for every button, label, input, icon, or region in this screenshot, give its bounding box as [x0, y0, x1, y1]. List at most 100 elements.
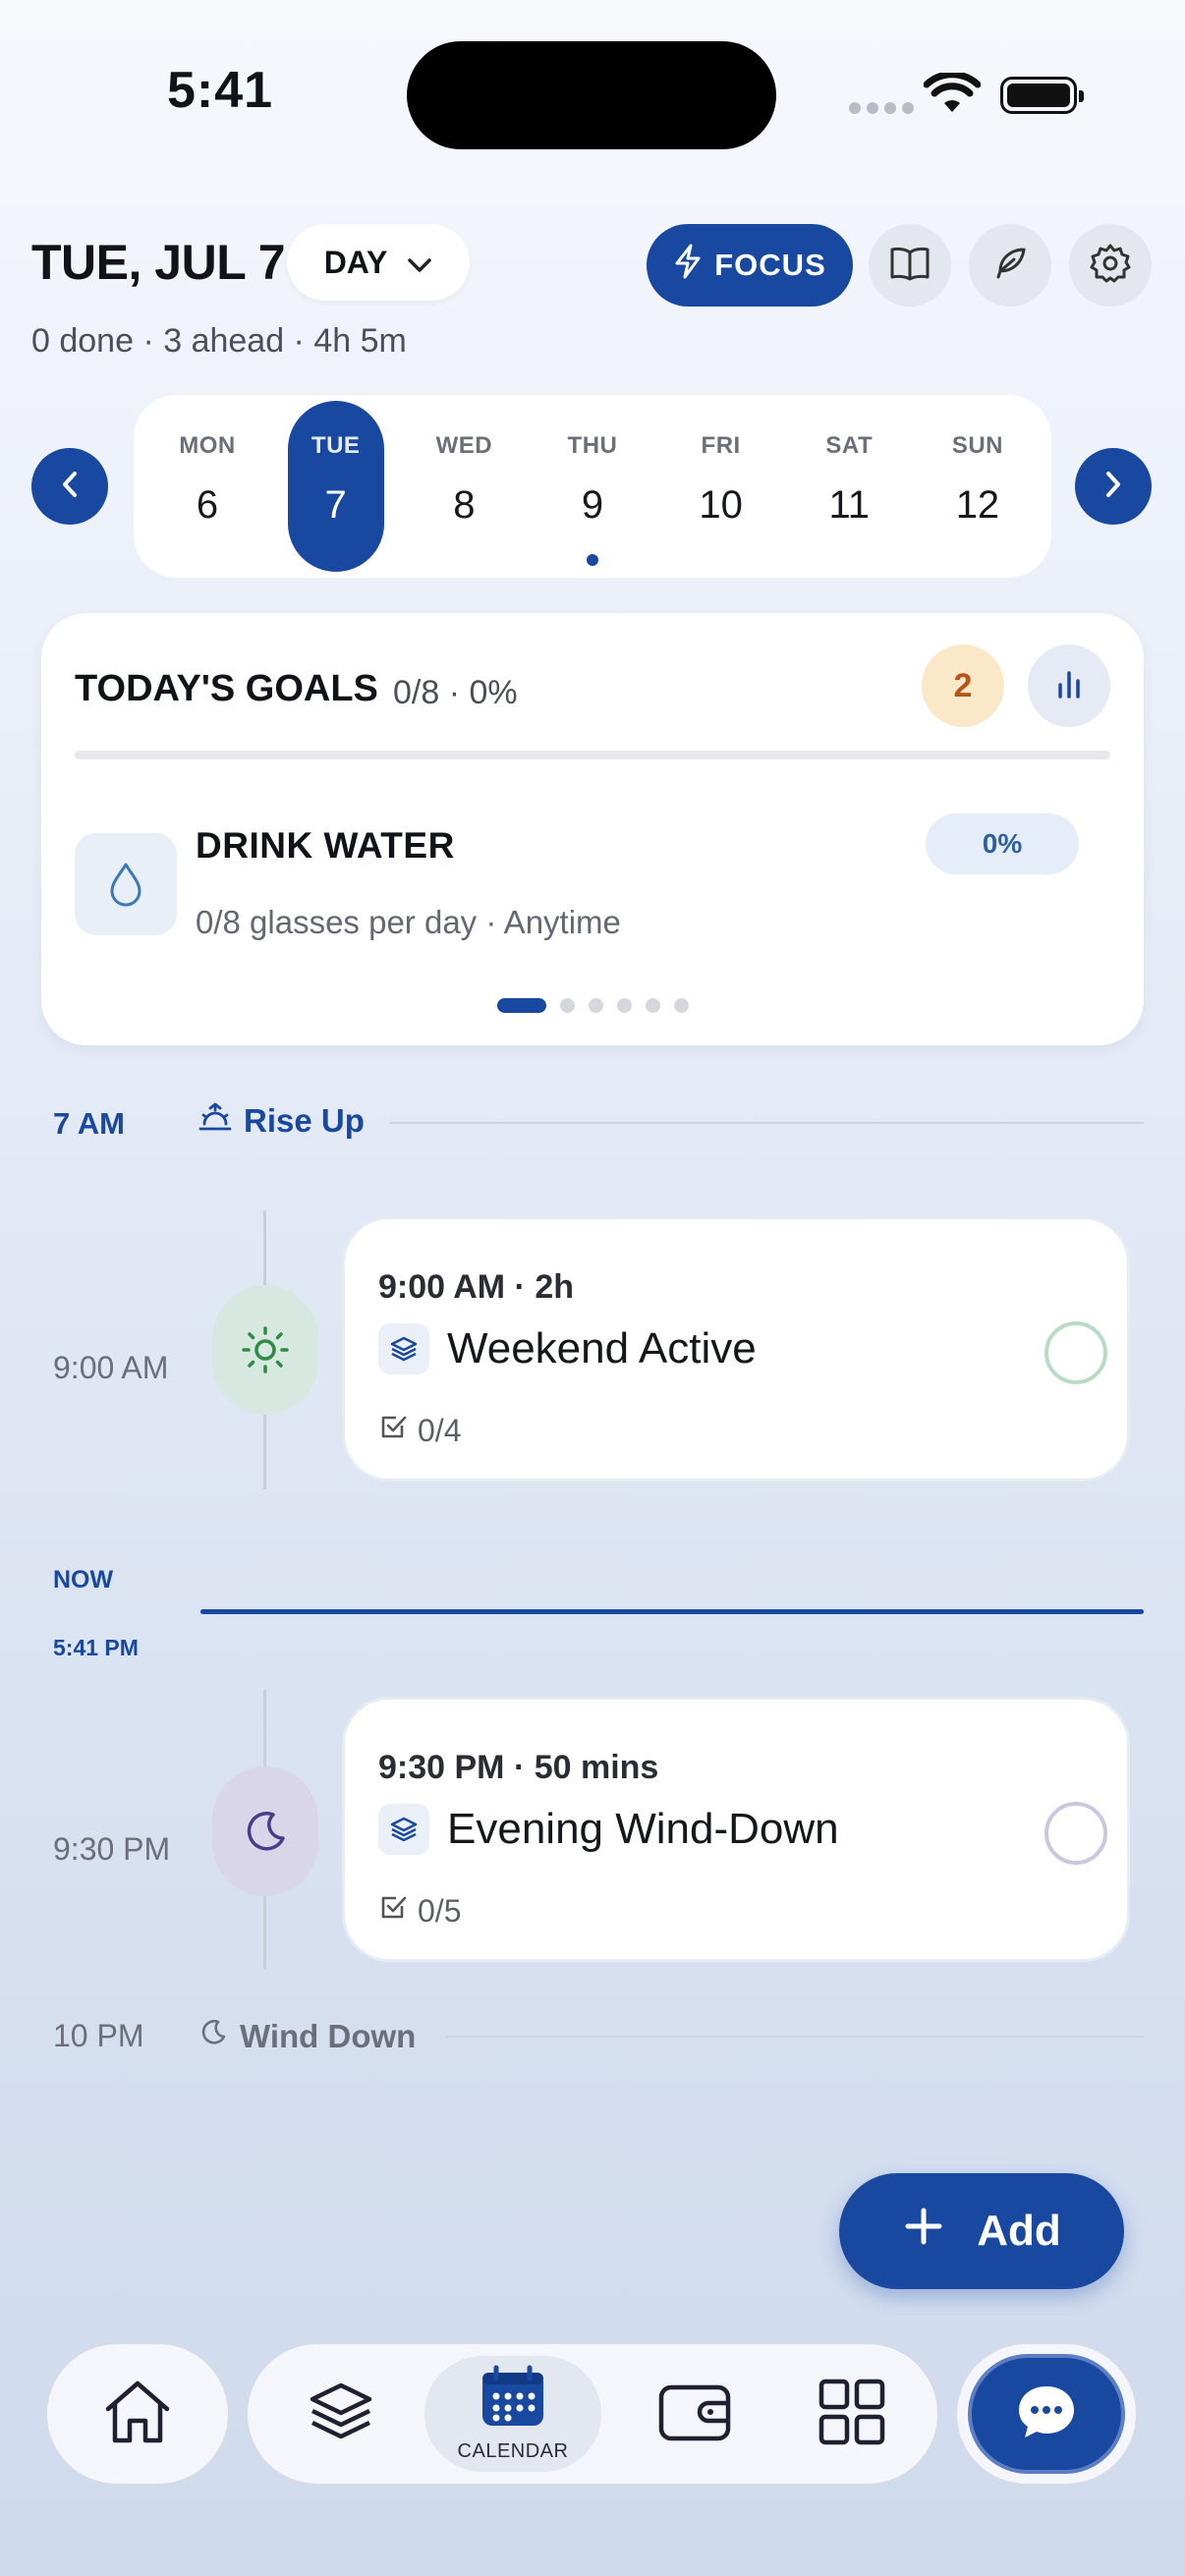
- focus-button[interactable]: FOCUS: [647, 224, 853, 307]
- bar-chart-icon: [1052, 667, 1086, 705]
- goal-percent-badge: 0%: [926, 813, 1079, 874]
- week-strip: MON 6 TUE 7 WED 8 THU 9 FRI 10 SAT 11 SUN 12: [134, 395, 1051, 578]
- day-name: FRI: [701, 432, 741, 459]
- rise-time: 7 AM: [53, 1106, 125, 1141]
- streak-badge[interactable]: 2: [922, 644, 1004, 727]
- day-number: 6: [196, 483, 219, 527]
- day-number: 11: [828, 483, 871, 527]
- calendar-icon: [479, 2365, 547, 2435]
- feather-icon: [990, 244, 1030, 288]
- focus-label: FOCUS: [714, 248, 826, 282]
- day-fri[interactable]: FRI 10: [673, 395, 769, 578]
- page-title: TUE, JUL 7: [31, 235, 286, 290]
- event-title: Weekend Active: [447, 1324, 757, 1372]
- chat-bubble-icon: [1015, 2382, 1078, 2446]
- view-selector[interactable]: DAY: [287, 224, 470, 301]
- event-time-duration: 9:00 AM · 2h: [378, 1268, 575, 1306]
- pager-dot[interactable]: [496, 998, 546, 1013]
- day-mon[interactable]: MON 6: [159, 395, 255, 578]
- divider: [446, 2036, 1144, 2038]
- pager-dot[interactable]: [588, 998, 603, 1013]
- wallet-icon: [657, 2381, 732, 2447]
- layers-icon: [378, 1323, 429, 1374]
- event-dot: [586, 554, 598, 566]
- pager-dot[interactable]: [673, 998, 689, 1013]
- add-label: Add: [977, 2207, 1061, 2255]
- nav-group: CALENDAR: [246, 2342, 939, 2486]
- day-sun[interactable]: SUN 12: [930, 395, 1026, 578]
- divider: [389, 1122, 1144, 1124]
- journal-button[interactable]: [869, 224, 951, 307]
- nav-wallet[interactable]: [641, 2344, 749, 2484]
- day-thu[interactable]: THU 9: [544, 395, 641, 578]
- nav-apps[interactable]: [798, 2344, 906, 2484]
- view-selector-label: DAY: [323, 244, 388, 280]
- day-number: 8: [453, 483, 476, 527]
- status-time: 5:41: [167, 62, 274, 119]
- settings-button[interactable]: [1069, 224, 1152, 307]
- next-week-button[interactable]: [1075, 448, 1152, 525]
- pager-dot[interactable]: [559, 998, 575, 1013]
- goals-title: TODAY'S GOALS: [75, 668, 378, 709]
- event-card-evening-wind-down[interactable]: 9:30 PM · 50 mins Evening Wind-Down 0/5: [342, 1697, 1130, 1962]
- grid-icon: [818, 2378, 886, 2451]
- prev-week-button[interactable]: [31, 448, 108, 525]
- day-name: THU: [567, 432, 618, 459]
- gear-icon: [1090, 243, 1131, 289]
- layers-icon: [378, 1804, 429, 1855]
- moon-icon: [212, 1766, 318, 1896]
- sun-icon: [212, 1285, 318, 1415]
- now-indicator: [200, 1609, 1144, 1614]
- goals-pager[interactable]: [41, 998, 1144, 1013]
- wind-down-marker: Wind Down: [198, 2018, 416, 2055]
- day-name: SUN: [951, 432, 1004, 459]
- event-time-duration: 9:30 PM · 50 mins: [378, 1749, 659, 1786]
- event-checklist: 0/4: [378, 1412, 461, 1449]
- event-time: 9:00 AM: [53, 1350, 169, 1385]
- goal-name[interactable]: DRINK WATER: [196, 825, 455, 867]
- add-button[interactable]: Add: [839, 2173, 1124, 2289]
- nav-routines[interactable]: [287, 2344, 395, 2484]
- chevron-left-icon: [61, 471, 79, 503]
- goals-progress-text: 0/8 · 0%: [393, 674, 518, 711]
- stats-button[interactable]: [1028, 644, 1110, 727]
- event-checklist: 0/5: [378, 1892, 461, 1930]
- day-number: 7: [324, 483, 347, 527]
- day-number: 10: [699, 483, 743, 527]
- cell-signal-icon: [849, 102, 914, 114]
- sunrise-icon: [198, 1102, 232, 1140]
- day-name: SAT: [825, 432, 874, 459]
- chat-button[interactable]: [968, 2354, 1125, 2474]
- chevron-down-icon: [407, 245, 432, 281]
- complete-checkbox[interactable]: [1044, 1802, 1107, 1865]
- day-name: WED: [435, 432, 493, 459]
- checkbox-icon: [378, 1892, 408, 1930]
- pager-dot[interactable]: [645, 998, 660, 1013]
- nav-chat[interactable]: [955, 2342, 1138, 2486]
- day-wed[interactable]: WED 8: [416, 395, 512, 578]
- nav-home[interactable]: [45, 2342, 230, 2486]
- day-summary: 0 done · 3 ahead · 4h 5m: [31, 322, 407, 360]
- home-icon: [101, 2378, 174, 2451]
- goal-description: 0/8 glasses per day · Anytime: [196, 904, 621, 940]
- day-tue[interactable]: TUE 7: [287, 401, 384, 572]
- event-card-weekend-active[interactable]: 9:00 AM · 2h Weekend Active 0/4: [342, 1216, 1130, 1482]
- complete-checkbox[interactable]: [1044, 1321, 1107, 1384]
- checklist-count: 0/5: [418, 1892, 462, 1929]
- now-label: NOW: [53, 1566, 114, 1594]
- moon-icon: [198, 2018, 228, 2055]
- dynamic-island: [407, 41, 776, 149]
- notes-button[interactable]: [969, 224, 1051, 307]
- wind-down-label: Wind Down: [240, 2018, 417, 2054]
- rise-up-marker: Rise Up: [198, 1102, 365, 1140]
- day-sat[interactable]: SAT 11: [801, 395, 897, 578]
- event-title: Evening Wind-Down: [447, 1805, 839, 1853]
- day-number: 9: [581, 483, 604, 527]
- battery-icon: [1000, 77, 1084, 114]
- day-number: 12: [955, 483, 1000, 527]
- pager-dot[interactable]: [616, 998, 632, 1013]
- book-icon: [889, 246, 931, 286]
- event-title-row: Weekend Active: [378, 1323, 757, 1374]
- layers-icon: [307, 2380, 375, 2449]
- nav-calendar[interactable]: CALENDAR: [424, 2356, 601, 2472]
